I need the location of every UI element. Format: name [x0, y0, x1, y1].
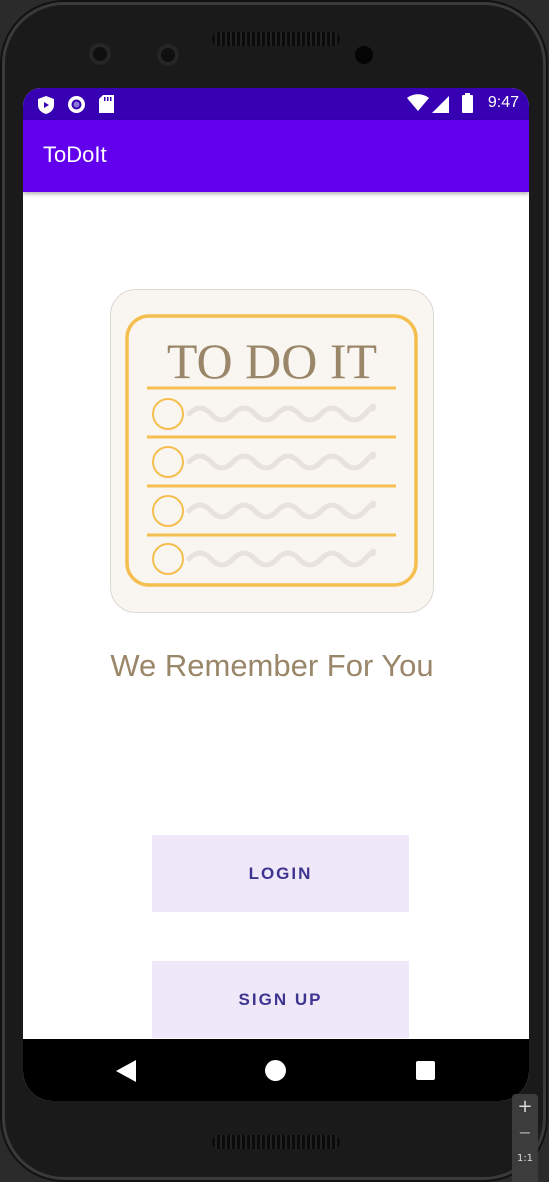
front-camera-right — [157, 44, 179, 66]
battery-icon — [462, 93, 473, 117]
sd-card-icon — [99, 95, 114, 117]
app-title: ToDoIt — [43, 142, 107, 167]
bottom-speaker — [212, 1135, 340, 1149]
tagline: We Remember For You — [110, 648, 434, 683]
screen: 9:47 ToDoIt TO DO IT We Remember For You… — [23, 88, 529, 1101]
zoom-in-button[interactable]: + — [512, 1094, 538, 1120]
signal-icon — [432, 96, 449, 117]
app-bar: ToDoIt — [23, 120, 529, 192]
shield-play-icon — [37, 95, 55, 119]
clock-time: 9:47 — [487, 94, 519, 111]
home-icon[interactable] — [265, 1060, 286, 1085]
login-button[interactable]: LOGIN — [152, 835, 409, 912]
actual-size-button[interactable]: 1:1 — [512, 1146, 538, 1172]
signup-button[interactable]: SIGN UP — [152, 961, 409, 1038]
recents-icon[interactable] — [416, 1061, 435, 1084]
proximity-sensor — [355, 46, 373, 64]
earpiece-speaker — [212, 32, 340, 46]
app-logo: TO DO IT — [110, 289, 434, 613]
status-bar: 9:47 — [23, 88, 529, 120]
back-icon[interactable] — [116, 1060, 136, 1086]
record-icon — [67, 95, 86, 118]
front-camera-left — [89, 43, 111, 65]
wifi-icon — [407, 94, 429, 116]
emulator-zoom-controls: + − 1:1 — [512, 1094, 538, 1182]
device-frame: 9:47 ToDoIt TO DO IT We Remember For You… — [2, 2, 546, 1180]
logo-text: TO DO IT — [167, 333, 377, 389]
navigation-bar — [23, 1039, 529, 1101]
zoom-out-button[interactable]: − — [512, 1120, 538, 1146]
